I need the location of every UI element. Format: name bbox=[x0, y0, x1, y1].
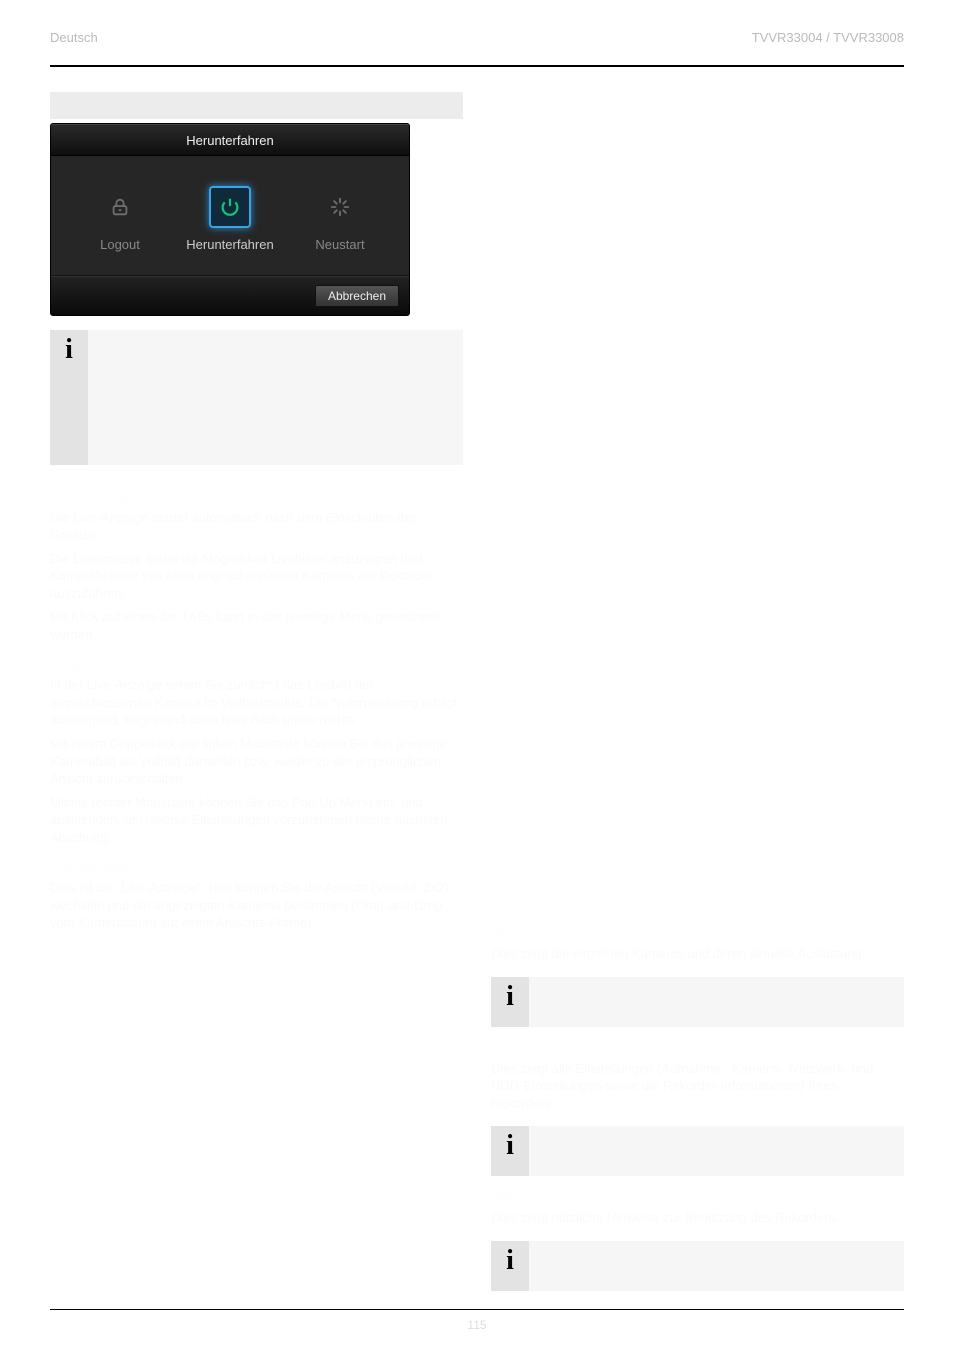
info-note-3: i Hinweis Weitere Infos finden Sie im Ab… bbox=[491, 1126, 904, 1176]
note3-text: Weitere Infos finden Sie im Abschnitt „W… bbox=[539, 1151, 815, 1166]
info-icon: i bbox=[506, 1132, 514, 1160]
restart-icon bbox=[319, 186, 361, 228]
info-p: Dies zeigt alle Einstellungen (Aufnahme-… bbox=[491, 1060, 904, 1113]
list-item: Logout schaltet das Bedienmenü ab. Dazu … bbox=[116, 357, 453, 391]
shutdown-dialog: Herunterfahren Logout bbox=[50, 123, 410, 316]
option-logout-label: Logout bbox=[70, 238, 170, 253]
header-left: Deutsch bbox=[50, 30, 98, 45]
page-number: 115 bbox=[50, 1318, 904, 1332]
dialog-title: Herunterfahren bbox=[51, 124, 409, 156]
info-icon: i bbox=[506, 983, 514, 1011]
tabs-intro: Mit Klick auf einen der TABs kann in das… bbox=[50, 608, 463, 643]
footer-rule bbox=[50, 1309, 904, 1310]
option-shutdown-label: Herunterfahren bbox=[180, 238, 280, 253]
header-rule bbox=[50, 65, 904, 67]
info-icon: i bbox=[506, 1247, 514, 1275]
option-logout[interactable]: Logout bbox=[70, 186, 170, 253]
live-intro-2: Die Liveanzeige bietet die Möglichkeit L… bbox=[50, 550, 463, 603]
allgemein-p3: Mittels rechter Maustaste können Sie das… bbox=[50, 794, 463, 847]
note4-title: Hinweis bbox=[539, 1251, 588, 1266]
header-right: TVVR33004 / TVVR33008 bbox=[752, 30, 904, 45]
figure-caption: Übersicht Herunterfahren bbox=[50, 92, 463, 119]
note2-title: Hinweis bbox=[539, 987, 588, 1002]
power-icon bbox=[209, 186, 251, 228]
info-note-4: i Hinweis Weitere Infos finden Sie im Ab… bbox=[491, 1241, 904, 1291]
allgemein-p1: In der Live-Anzeige sehen Sie zunächst d… bbox=[50, 676, 463, 729]
info-note-1: i Hinweis Logout schaltet das Bedienmenü… bbox=[50, 330, 463, 465]
lock-icon bbox=[99, 186, 141, 228]
option-shutdown[interactable]: Herunterfahren bbox=[180, 186, 280, 253]
info-icon: i bbox=[65, 336, 73, 364]
list-item: Herunterfahren schaltet das Gerät aus. bbox=[116, 401, 453, 418]
note3-title: Hinweis bbox=[539, 1136, 588, 1151]
note4-text: Weitere Infos finden Sie im Abschnitt „W… bbox=[539, 1266, 815, 1281]
sub-live-tab: Live Anzeige bbox=[50, 860, 463, 875]
sub-informationen: Informationen bbox=[491, 1041, 904, 1056]
option-restart[interactable]: Neustart bbox=[290, 186, 390, 253]
note1-list: Logout schaltet das Bedienmenü ab. Dazu … bbox=[98, 357, 453, 445]
option-restart-label: Neustart bbox=[290, 238, 390, 253]
sub-ressourcen: Ressourcen bbox=[491, 926, 904, 941]
cancel-button[interactable]: Abbrechen bbox=[315, 285, 399, 307]
section-live-anzeige: Live-Anzeige bbox=[50, 487, 463, 503]
note2-text: Weitere Infos finden Sie im Abschnitt „W… bbox=[539, 1002, 815, 1017]
live-tab-p: Dies ist die „Live-Anzeige“. Hier können… bbox=[50, 879, 463, 932]
sub-allgemein: Allgemein bbox=[50, 657, 463, 672]
ressourcen-p: Dies zeigt die einzelnen Kameras und der… bbox=[491, 945, 904, 963]
hilfe-p: Dies zeigt nützliche Hinweise zur Benutz… bbox=[491, 1209, 904, 1227]
sub-hilfe: Hilfe bbox=[491, 1190, 904, 1205]
note1-title: Hinweis bbox=[98, 336, 147, 351]
live-intro-1: Die Live-Anzeige startet automatisch nac… bbox=[50, 509, 463, 544]
info-note-2: i Hinweis Weitere Infos finden Sie im Ab… bbox=[491, 977, 904, 1027]
list-item: Neustart fährt das Gerät herunter und st… bbox=[116, 428, 453, 445]
allgemein-p2: Mit einem Doppelklick der linken Maustas… bbox=[50, 735, 463, 788]
